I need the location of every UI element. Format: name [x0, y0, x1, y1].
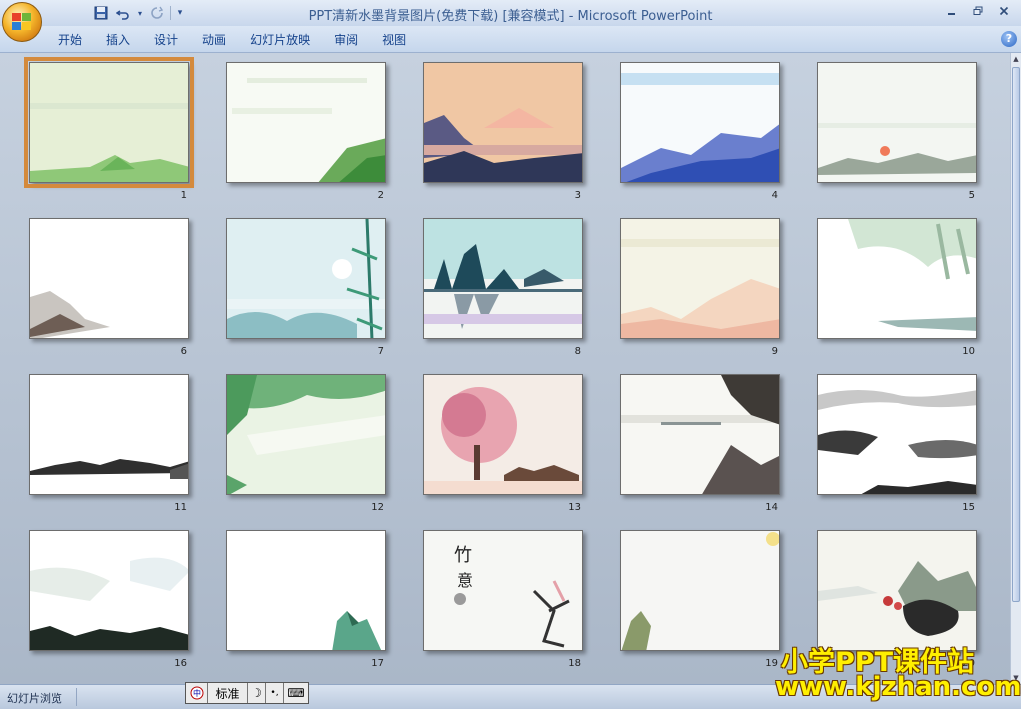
svg-text:竹: 竹: [454, 545, 472, 566]
slide-preview-image: [621, 375, 779, 494]
ribbon-tabs: 开始 插入 设计 动画 幻灯片放映 审阅 视图: [46, 31, 418, 49]
slide-thumbnail-8[interactable]: [423, 218, 583, 339]
slide-preview-image: [30, 375, 188, 494]
tab-insert[interactable]: 插入: [94, 31, 142, 49]
slide-preview-image: [227, 219, 385, 338]
slide-thumbnail-18[interactable]: 竹意: [423, 530, 583, 651]
slide-thumbnail-15[interactable]: [817, 374, 977, 495]
watermark: 小学PPT课件站 www.kjzhan.com: [775, 640, 1021, 702]
slide-preview-image: [424, 219, 582, 338]
ime-keyboard-icon[interactable]: ⌨: [284, 683, 308, 703]
slide-thumbnail-4[interactable]: [620, 62, 780, 183]
slide-thumbnail-19[interactable]: [620, 530, 780, 651]
slide-number: 6: [180, 346, 187, 357]
help-button[interactable]: ?: [1001, 31, 1017, 47]
slide-number: 8: [574, 346, 581, 357]
slide-preview-image: [818, 531, 976, 650]
tab-review[interactable]: 审阅: [322, 31, 370, 49]
slide-preview-image: [621, 531, 779, 650]
slide-preview-image: [30, 531, 188, 650]
office-button[interactable]: [2, 2, 42, 42]
slide-preview-image: [818, 63, 976, 182]
title-bar: ▾ ▾ PPT清新水墨背景图片(免费下载) [兼容模式] - Microsoft…: [0, 0, 1021, 26]
restore-button[interactable]: [967, 3, 989, 19]
slide-thumbnail-5[interactable]: [817, 62, 977, 183]
slide-thumbnail-16[interactable]: [29, 530, 189, 651]
slide-number: 7: [377, 346, 384, 357]
slide-preview-image: [818, 375, 976, 494]
status-divider: [76, 688, 77, 706]
slide-number: 18: [568, 658, 581, 669]
slide-number: 2: [377, 190, 384, 201]
slide-number: 1: [180, 190, 187, 201]
slide-preview-image: [227, 375, 385, 494]
slide-thumbnail-2[interactable]: [226, 62, 386, 183]
ime-punct-icon[interactable]: •,: [266, 683, 284, 703]
status-view-label: 幻灯片浏览: [7, 692, 62, 705]
slide-preview-image: [621, 63, 779, 182]
slide-preview-image: [30, 63, 188, 182]
tab-animations[interactable]: 动画: [190, 31, 238, 49]
slide-number: 11: [174, 502, 187, 513]
tab-slideshow[interactable]: 幻灯片放映: [238, 31, 322, 49]
slide-thumbnail-11[interactable]: [29, 374, 189, 495]
watermark-url: www.kjzhan.com: [775, 672, 1021, 702]
ime-logo-icon[interactable]: 中: [186, 683, 208, 703]
close-button[interactable]: [993, 3, 1015, 19]
scroll-up-icon[interactable]: ▲: [1011, 53, 1021, 65]
slide-preview-image: [227, 63, 385, 182]
slide-preview-image: 竹意: [424, 531, 582, 650]
slide-thumbnail-12[interactable]: [226, 374, 386, 495]
slide-thumbnail-20[interactable]: [817, 530, 977, 651]
slide-thumbnail-6[interactable]: [29, 218, 189, 339]
slide-number: 10: [962, 346, 975, 357]
scrollbar-thumb[interactable]: [1012, 67, 1020, 602]
slide-preview-image: [30, 219, 188, 338]
slide-thumbnail-13[interactable]: [423, 374, 583, 495]
slide-preview-image: [818, 219, 976, 338]
slide-thumbnail-3[interactable]: [423, 62, 583, 183]
svg-text:意: 意: [457, 571, 473, 590]
slide-number: 19: [765, 658, 778, 669]
slide-thumbnail-10[interactable]: [817, 218, 977, 339]
slide-sorter: 1 2 3 4 5 6 7 8 9 10 11 12 13 14 15 16 17 竹意 18 19 20: [0, 53, 1010, 684]
slide-number: 12: [371, 502, 384, 513]
slide-thumbnail-14[interactable]: [620, 374, 780, 495]
svg-text:中: 中: [193, 688, 201, 698]
slide-number: 17: [371, 658, 384, 669]
slide-thumbnail-9[interactable]: [620, 218, 780, 339]
window-controls: [941, 3, 1015, 19]
slide-number: 5: [968, 190, 975, 201]
slide-number: 9: [771, 346, 778, 357]
tab-view[interactable]: 视图: [370, 31, 418, 49]
ribbon-tab-bar: 开始 插入 设计 动画 幻灯片放映 审阅 视图 ?: [0, 26, 1021, 53]
tab-home[interactable]: 开始: [46, 31, 94, 49]
slide-preview-image: [621, 219, 779, 338]
ime-mode-label[interactable]: 标准: [208, 683, 248, 703]
tab-design[interactable]: 设计: [142, 31, 190, 49]
slide-number: 13: [568, 502, 581, 513]
slide-number: 14: [765, 502, 778, 513]
office-logo-icon: [12, 13, 34, 33]
slide-thumbnail-17[interactable]: [226, 530, 386, 651]
slide-preview-image: [227, 531, 385, 650]
slide-number: 15: [962, 502, 975, 513]
slide-preview-image: [424, 375, 582, 494]
window-title: PPT清新水墨背景图片(免费下载) [兼容模式] - Microsoft Pow…: [308, 9, 713, 24]
vertical-scrollbar[interactable]: ▲ ▼: [1010, 53, 1021, 684]
minimize-button[interactable]: [941, 3, 963, 19]
slide-number: 16: [174, 658, 187, 669]
slide-thumbnail-7[interactable]: [226, 218, 386, 339]
slide-number: 4: [771, 190, 778, 201]
ime-moon-icon[interactable]: ☽: [248, 683, 266, 703]
ime-toolbar: 中 标准 ☽ •, ⌨: [185, 682, 309, 704]
slide-preview-image: [424, 63, 582, 182]
slide-thumbnail-1[interactable]: [24, 57, 194, 188]
slide-number: 3: [574, 190, 581, 201]
